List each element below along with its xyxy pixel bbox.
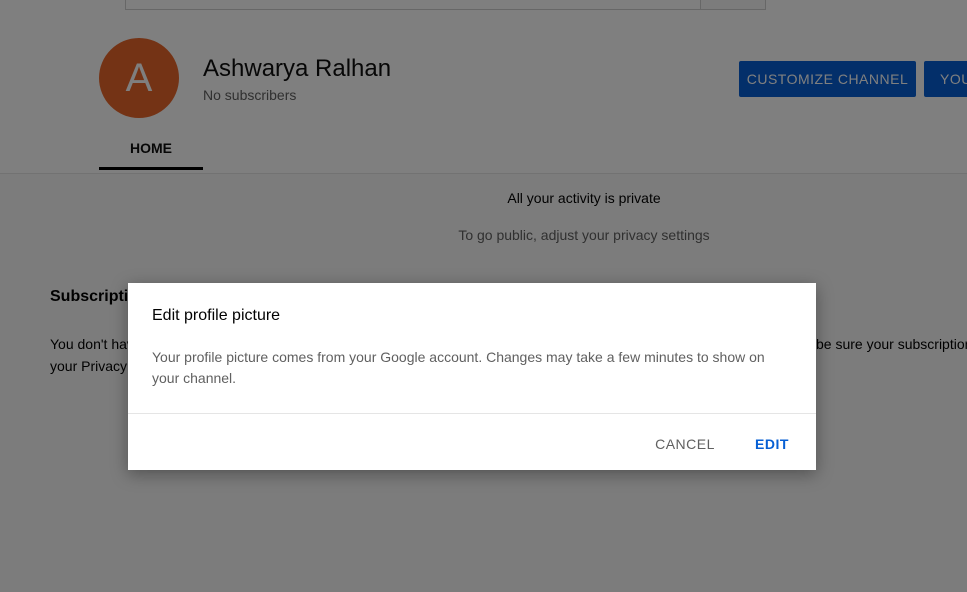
channel-page: A Ashwarya Ralhan No subscribers CUSTOMI… — [0, 0, 967, 592]
cancel-button[interactable]: CANCEL — [645, 426, 725, 462]
dialog-body: Your profile picture comes from your Goo… — [152, 349, 765, 386]
dialog-title: Edit profile picture — [152, 307, 281, 324]
edit-profile-picture-dialog: Edit profile picture Your profile pictur… — [128, 283, 816, 470]
edit-button[interactable]: EDIT — [746, 426, 798, 462]
dialog-divider — [128, 413, 816, 414]
